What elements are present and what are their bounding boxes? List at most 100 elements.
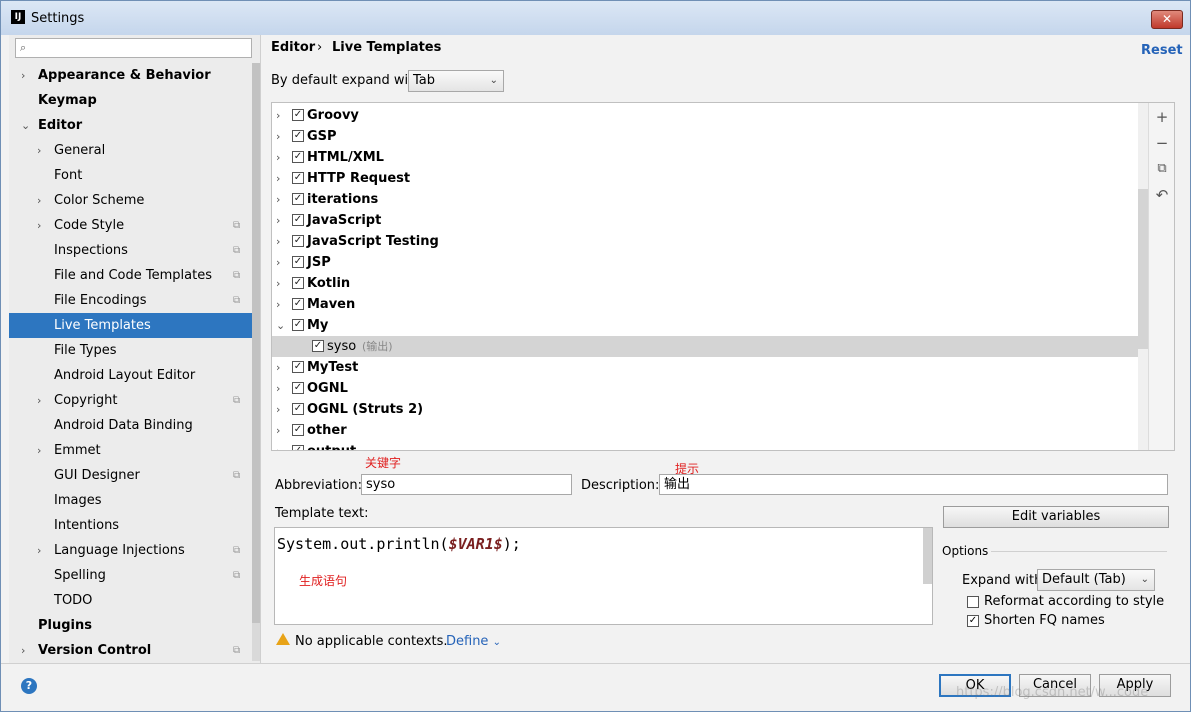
chevron-right-icon[interactable]: › [276, 378, 280, 399]
template-checkbox[interactable]: ✓ [292, 235, 304, 247]
template-group[interactable]: › ✓ JavaScript Testing [272, 231, 1138, 252]
sidebar-item[interactable]: File Encodings ⧉ [9, 288, 260, 313]
abbreviation-field[interactable]: syso [361, 474, 572, 495]
template-group[interactable]: ⌄ ✓ My [272, 315, 1138, 336]
copy-icon[interactable]: ⧉ [1154, 161, 1170, 177]
sidebar-item[interactable]: Android Layout Editor [9, 363, 260, 388]
sidebar-item[interactable]: Keymap [9, 88, 260, 113]
template-group[interactable]: › ✓ Groovy [272, 105, 1138, 126]
shorten-fq-label[interactable]: Shorten FQ names [984, 613, 1105, 628]
template-checkbox[interactable]: ✓ [292, 298, 304, 310]
chevron-right-icon[interactable]: › [276, 210, 280, 231]
expand-with-select[interactable]: Tab ⌄ [408, 70, 504, 92]
settings-search-input[interactable]: ⌕ [15, 38, 252, 58]
sidebar-item[interactable]: File Types [9, 338, 260, 363]
chevron-right-icon[interactable]: › [37, 538, 41, 563]
sidebar-item[interactable]: GUI Designer ⧉ [9, 463, 260, 488]
template-checkbox[interactable]: ✓ [292, 130, 304, 142]
sidebar-item[interactable]: TODO [9, 588, 260, 613]
template-group[interactable]: › ✓ JSP [272, 252, 1138, 273]
template-text-editor[interactable]: System.out.println($VAR1$); 生成语句 [274, 527, 933, 625]
close-window-button[interactable]: ✕ [1151, 10, 1183, 29]
chevron-right-icon[interactable]: › [276, 231, 280, 252]
breadcrumb-editor[interactable]: Editor [271, 40, 315, 55]
sidebar-item[interactable]: Inspections ⧉ [9, 238, 260, 263]
template-checkbox[interactable]: ✓ [292, 361, 304, 373]
template-checkbox[interactable]: ✓ [292, 319, 304, 331]
template-checkbox[interactable]: ✓ [292, 382, 304, 394]
chevron-right-icon[interactable]: › [276, 441, 280, 450]
template-group[interactable]: › ✓ HTTP Request [272, 168, 1138, 189]
option-expand-select[interactable]: Default (Tab) ⌄ [1037, 569, 1155, 591]
chevron-right-icon[interactable]: › [276, 126, 280, 147]
sidebar-item[interactable]: › Copyright ⧉ [9, 388, 260, 413]
template-checkbox[interactable]: ✓ [292, 193, 304, 205]
template-checkbox[interactable]: ✓ [292, 403, 304, 415]
sidebar-item[interactable]: › Emmet [9, 438, 260, 463]
sidebar-item[interactable]: Android Data Binding [9, 413, 260, 438]
template-checkbox[interactable]: ✓ [292, 424, 304, 436]
help-icon[interactable]: ? [21, 678, 37, 694]
sidebar-item[interactable]: Plugins [9, 613, 260, 638]
template-group[interactable]: › ✓ other [272, 420, 1138, 441]
chevron-right-icon[interactable]: › [37, 388, 41, 413]
sidebar-item[interactable]: ⌄ Editor [9, 113, 260, 138]
sidebar-scrollbar-thumb[interactable] [252, 63, 260, 623]
template-group[interactable]: › ✓ OGNL (Struts 2) [272, 399, 1138, 420]
chevron-down-icon[interactable]: ⌄ [21, 113, 30, 138]
chevron-right-icon[interactable]: › [276, 189, 280, 210]
sidebar-item[interactable]: › Code Style ⧉ [9, 213, 260, 238]
chevron-right-icon[interactable]: › [276, 294, 280, 315]
template-item[interactable]: ✓ syso (输出) [272, 336, 1138, 357]
reformat-label[interactable]: Reformat according to style [984, 594, 1164, 609]
chevron-right-icon[interactable]: › [21, 63, 25, 88]
sidebar-item[interactable]: Font [9, 163, 260, 188]
template-scrollbar[interactable] [923, 528, 932, 584]
reset-link[interactable]: Reset [1141, 43, 1183, 58]
chevron-right-icon[interactable]: › [276, 147, 280, 168]
reformat-checkbox[interactable] [967, 596, 979, 608]
template-group[interactable]: › ✓ OGNL [272, 378, 1138, 399]
remove-icon[interactable]: − [1154, 135, 1170, 151]
edit-variables-button[interactable]: Edit variables [943, 506, 1169, 528]
chevron-right-icon[interactable]: › [276, 273, 280, 294]
add-icon[interactable]: + [1154, 109, 1170, 125]
template-group[interactable]: › ✓ MyTest [272, 357, 1138, 378]
template-checkbox[interactable]: ✓ [292, 214, 304, 226]
chevron-right-icon[interactable]: › [21, 638, 25, 663]
template-checkbox[interactable]: ✓ [292, 151, 304, 163]
template-group[interactable]: › ✓ JavaScript [272, 210, 1138, 231]
sidebar-item[interactable]: › Version Control ⧉ [9, 638, 260, 663]
chevron-right-icon[interactable]: › [37, 188, 41, 213]
chevron-right-icon[interactable]: › [37, 138, 41, 163]
sidebar-item[interactable]: File and Code Templates ⧉ [9, 263, 260, 288]
revert-icon[interactable]: ↶ [1154, 187, 1170, 203]
template-group[interactable]: › ✓output [272, 441, 1138, 450]
template-checkbox[interactable]: ✓ [292, 445, 304, 450]
sidebar-item[interactable]: › Color Scheme [9, 188, 260, 213]
shorten-fq-checkbox[interactable]: ✓ [967, 615, 979, 627]
define-contexts-link[interactable]: Define ⌄ [446, 634, 501, 649]
sidebar-item[interactable]: Intentions [9, 513, 260, 538]
sidebar-item[interactable]: Live Templates [9, 313, 260, 338]
template-checkbox[interactable]: ✓ [292, 172, 304, 184]
template-checkbox[interactable]: ✓ [292, 256, 304, 268]
chevron-down-icon[interactable]: ⌄ [276, 315, 285, 336]
template-group[interactable]: › ✓ Maven [272, 294, 1138, 315]
sidebar-item[interactable]: › Language Injections ⧉ [9, 538, 260, 563]
sidebar-scrollbar[interactable] [252, 63, 260, 661]
chevron-right-icon[interactable]: › [276, 105, 280, 126]
chevron-right-icon[interactable]: › [37, 213, 41, 238]
template-group[interactable]: › ✓ HTML/XML [272, 147, 1138, 168]
chevron-right-icon[interactable]: › [276, 168, 280, 189]
template-group[interactable]: › ✓ GSP [272, 126, 1138, 147]
template-group[interactable]: › ✓ iterations [272, 189, 1138, 210]
sidebar-item[interactable]: Spelling ⧉ [9, 563, 260, 588]
template-group[interactable]: › ✓ Kotlin [272, 273, 1138, 294]
template-checkbox[interactable]: ✓ [312, 340, 324, 352]
chevron-right-icon[interactable]: › [276, 420, 280, 441]
sidebar-item[interactable]: › Appearance & Behavior [9, 63, 260, 88]
description-field[interactable]: 输出 [659, 474, 1168, 495]
template-checkbox[interactable]: ✓ [292, 277, 304, 289]
templates-scrollbar-thumb[interactable] [1138, 189, 1148, 349]
